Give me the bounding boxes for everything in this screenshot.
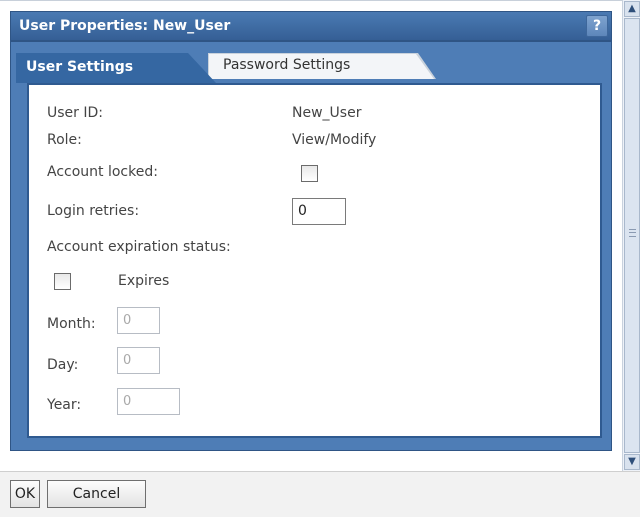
user-id-value: New_User bbox=[292, 105, 362, 121]
day-label: Day: bbox=[47, 357, 79, 373]
user-id-label: User ID: bbox=[47, 105, 103, 121]
dialog-area: User Properties: New_User ? Password Set… bbox=[0, 0, 622, 471]
expiration-status-label: Account expiration status: bbox=[47, 239, 231, 255]
ok-button[interactable]: OK bbox=[10, 480, 40, 508]
chevron-up-icon[interactable]: ▲ bbox=[624, 1, 640, 17]
login-retries-label: Login retries: bbox=[47, 203, 140, 219]
tab-password-settings-label: Password Settings bbox=[223, 57, 351, 73]
dialog-title: User Properties: New_User bbox=[19, 18, 231, 34]
chevron-down-icon[interactable]: ▼ bbox=[624, 454, 640, 470]
role-value: View/Modify bbox=[292, 132, 377, 148]
year-label: Year: bbox=[47, 397, 82, 413]
dialog-titlebar: User Properties: New_User ? bbox=[10, 11, 612, 41]
expires-checkbox[interactable] bbox=[54, 273, 71, 290]
vertical-scrollbar[interactable]: ▲ ▼ bbox=[622, 0, 640, 471]
expires-label: Expires bbox=[118, 273, 170, 289]
tab-user-settings[interactable]: User Settings bbox=[16, 53, 216, 83]
scroll-grip-icon bbox=[629, 229, 636, 237]
month-label: Month: bbox=[47, 316, 96, 332]
login-retries-input[interactable]: 0 bbox=[292, 198, 346, 225]
scroll-thumb[interactable] bbox=[624, 18, 640, 453]
cancel-button[interactable]: Cancel bbox=[47, 480, 146, 508]
account-locked-label: Account locked: bbox=[47, 164, 158, 180]
dialog-footer: OK Cancel bbox=[0, 471, 640, 517]
day-input[interactable]: 0 bbox=[117, 347, 160, 374]
role-label: Role: bbox=[47, 132, 82, 148]
tab-password-settings[interactable]: Password Settings bbox=[209, 54, 434, 79]
year-input[interactable]: 0 bbox=[117, 388, 180, 415]
help-icon[interactable]: ? bbox=[586, 15, 608, 37]
account-locked-checkbox[interactable] bbox=[301, 165, 318, 182]
tab-user-settings-label: User Settings bbox=[26, 59, 134, 75]
month-input[interactable]: 0 bbox=[117, 307, 160, 334]
